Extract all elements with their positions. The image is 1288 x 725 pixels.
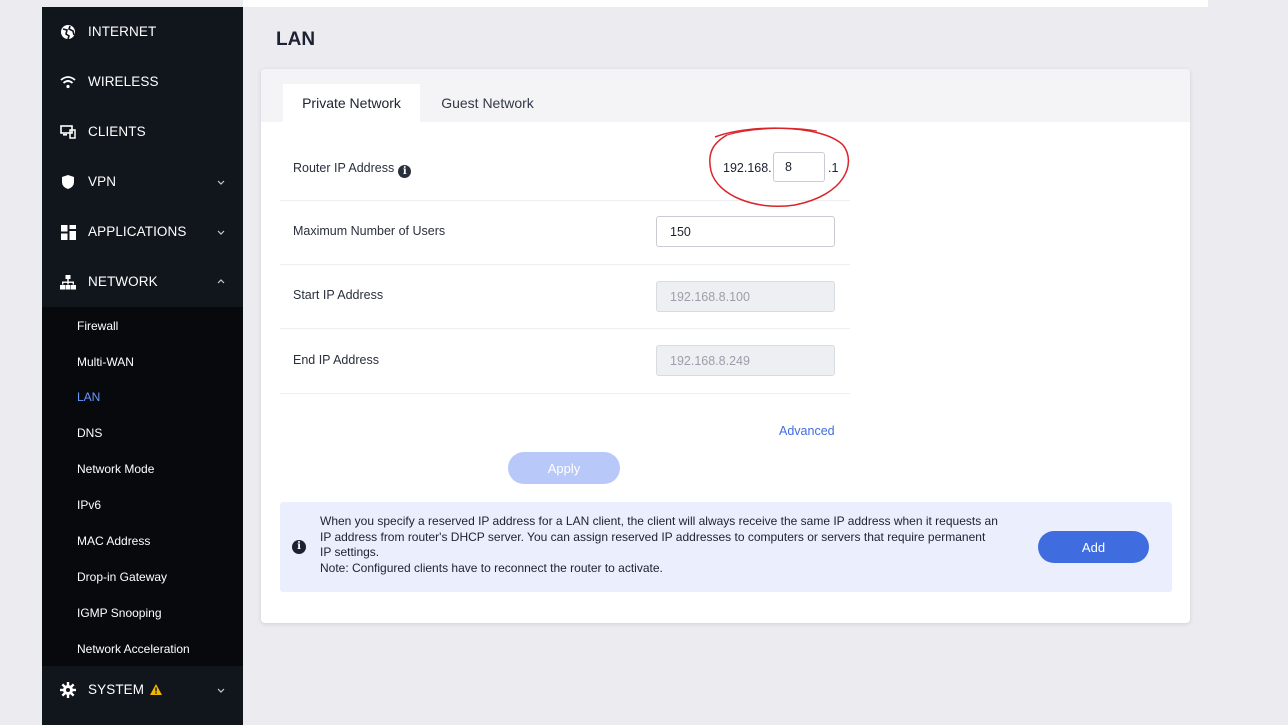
sidebar-item-internet[interactable]: INTERNET (42, 7, 243, 57)
max-users-input[interactable]: 150 (656, 216, 835, 247)
start-ip-row: Start IP Address 192.168.8.100 (280, 264, 850, 329)
devices-icon (59, 123, 77, 141)
router-ip-label: Router IP Address i (293, 161, 412, 178)
router-ip-label-text: Router IP Address (293, 161, 395, 175)
notice-line: When you specify a reserved IP address f… (320, 514, 998, 528)
notice-line: IP address from router's DHCP server. Yo… (320, 529, 986, 544)
wifi-icon (59, 73, 77, 91)
end-ip-label: End IP Address (293, 353, 379, 367)
sidebar-item-label: SYSTEM (88, 682, 163, 698)
sidebar-subitem-network-acceleration[interactable]: Network Acceleration (77, 642, 190, 656)
end-ip-input: 192.168.8.249 (656, 345, 835, 376)
add-button[interactable]: Add (1038, 531, 1149, 563)
info-icon[interactable]: i (398, 165, 412, 178)
sidebar-subitem-igmp-snooping[interactable]: IGMP Snooping (77, 606, 162, 620)
top-bar (243, 0, 1208, 7)
chevron-down-icon (214, 683, 228, 697)
gear-icon (59, 681, 77, 699)
sidebar-item-applications[interactable]: APPLICATIONS (42, 207, 243, 257)
chevron-down-icon (214, 175, 228, 189)
page-title: LAN (276, 29, 316, 50)
sidebar-item-label: INTERNET (88, 24, 157, 39)
chevron-up-icon (214, 275, 228, 289)
sidebar-subitem-dns[interactable]: DNS (77, 426, 102, 440)
sidebar-subitem-firewall[interactable]: Firewall (77, 319, 118, 333)
start-ip-label: Start IP Address (293, 288, 384, 302)
network-submenu: Firewall Multi-WAN LAN DNS Network Mode … (42, 307, 243, 666)
sidebar: INTERNET WIRELESS CLIENTS VPN APPLICATIO… (42, 7, 243, 725)
sidebar-subitem-lan[interactable]: LAN (77, 390, 100, 404)
sidebar-item-label: WIRELESS (88, 74, 159, 89)
system-label: SYSTEM (88, 682, 145, 697)
shield-icon (59, 173, 77, 191)
apps-icon (59, 223, 77, 241)
max-users-label: Maximum Number of Users (293, 224, 446, 238)
notice-line: Note: Configured clients have to reconne… (320, 560, 663, 575)
sidebar-item-network[interactable]: NETWORK (42, 257, 243, 307)
info-icon: i (292, 540, 306, 554)
sidebar-item-label: NETWORK (88, 274, 158, 289)
sidebar-subitem-multi-wan[interactable]: Multi-WAN (77, 355, 134, 369)
end-ip-row: End IP Address 192.168.8.249 (280, 328, 850, 394)
sidebar-item-label: CLIENTS (88, 124, 146, 139)
sidebar-item-vpn[interactable]: VPN (42, 157, 243, 207)
apply-button[interactable]: Apply (508, 452, 620, 484)
sidebar-item-label: APPLICATIONS (88, 224, 187, 239)
reserved-ip-notice: i When you specify a reserved IP address… (280, 502, 1172, 592)
sidebar-item-label: VPN (88, 174, 117, 189)
tab-private-network[interactable]: Private Network (283, 84, 420, 122)
sidebar-subitem-network-mode[interactable]: Network Mode (77, 462, 154, 476)
notice-text: When you specify a reserved IP address f… (320, 514, 1040, 576)
sidebar-subitem-ipv6[interactable]: IPv6 (77, 498, 101, 512)
annotation-circle (709, 127, 850, 207)
globe-icon (59, 23, 77, 41)
network-icon (59, 273, 77, 291)
tab-guest-network[interactable]: Guest Network (420, 84, 555, 122)
tab-bar: Private Network Guest Network (261, 69, 1190, 122)
sidebar-item-system[interactable]: SYSTEM (42, 665, 243, 715)
sidebar-item-clients[interactable]: CLIENTS (42, 107, 243, 157)
start-ip-input: 192.168.8.100 (656, 281, 835, 312)
sidebar-subitem-drop-in-gateway[interactable]: Drop-in Gateway (77, 570, 167, 584)
sidebar-subitem-mac-address[interactable]: MAC Address (77, 534, 150, 548)
chevron-down-icon (214, 225, 228, 239)
sidebar-item-wireless[interactable]: WIRELESS (42, 57, 243, 107)
notice-line: IP settings. (320, 545, 380, 559)
warning-icon (150, 683, 163, 698)
advanced-link[interactable]: Advanced (779, 424, 835, 438)
